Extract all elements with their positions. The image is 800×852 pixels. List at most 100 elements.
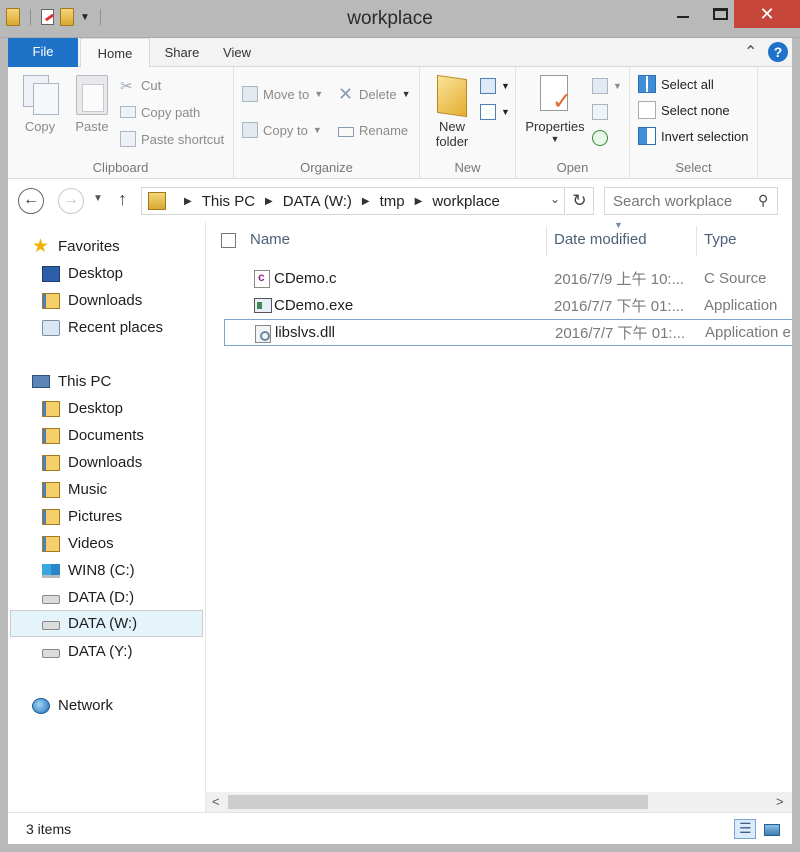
nav-this-pc[interactable]: This PC (32, 368, 111, 395)
history-button[interactable] (592, 127, 608, 149)
open-button[interactable]: ▼ (592, 75, 622, 97)
breadcrumb-separator-icon[interactable]: ▶ (362, 196, 370, 207)
refresh-button[interactable]: ↻ (566, 187, 594, 215)
nav-pc-drive-y[interactable]: DATA (Y:) (42, 638, 132, 665)
forward-button[interactable]: → (58, 188, 84, 214)
back-button[interactable]: ← (18, 188, 44, 214)
new-item-button[interactable]: ▼ (480, 75, 510, 97)
nav-favorites[interactable]: Favorites (32, 233, 120, 260)
minimize-ribbon-chevron-up-icon[interactable]: ⌃ (744, 42, 757, 62)
nav-fav-desktop[interactable]: Desktop (42, 260, 123, 287)
easy-access-button[interactable]: ▼ (480, 101, 510, 123)
breadcrumb-separator-icon[interactable]: ▶ (184, 196, 192, 207)
minimize-button[interactable] (660, 0, 706, 28)
up-arrow-icon[interactable]: ↑ (118, 189, 127, 210)
recent-locations-dropdown-icon[interactable]: ▼ (93, 193, 103, 204)
invert-selection-button[interactable]: Invert selection (638, 125, 748, 147)
horizontal-scrollbar[interactable]: < > (206, 792, 792, 812)
new-folder-label-line1: New (438, 119, 465, 134)
breadcrumb-this-pc[interactable]: This PC (202, 193, 255, 210)
file-date: 2016/7/9 上午 10:... (554, 271, 685, 288)
column-divider[interactable] (546, 226, 547, 256)
nav-item-label: Desktop (68, 265, 124, 282)
nav-favorites-label: Favorites (58, 238, 120, 255)
select-all-button[interactable]: Select all (638, 73, 714, 95)
nav-network[interactable]: Network (32, 692, 113, 719)
nav-pc-desktop[interactable]: Desktop (42, 395, 123, 422)
move-to-label: Move to (263, 86, 310, 102)
select-group-label: Select (675, 160, 712, 175)
window-frame-bottom (0, 844, 800, 852)
details-view-icon[interactable] (734, 819, 756, 839)
select-none-button[interactable]: Select none (638, 99, 730, 121)
search-icon[interactable]: ⚲ (758, 192, 768, 209)
column-header-name[interactable]: Name (250, 222, 290, 258)
tab-home[interactable]: Home (80, 38, 150, 68)
nav-pc-documents[interactable]: Documents (42, 422, 144, 449)
address-history-chevron-down-icon[interactable]: ⌄ (550, 192, 560, 206)
column-header-type[interactable]: Type (704, 222, 737, 258)
copy-to-label: Copy to (263, 122, 308, 138)
nav-pc-drive-d[interactable]: DATA (D:) (42, 584, 134, 611)
file-row-selected[interactable]: libslvs.dll 2016/7/7 下午 01:... Applicati… (224, 319, 792, 346)
invert-selection-label: Invert selection (661, 128, 749, 144)
column-header-date-modified[interactable]: Date modified (554, 222, 647, 258)
nav-item-label: Downloads (68, 292, 143, 309)
paste-button[interactable]: Paste (70, 75, 114, 134)
paste-shortcut-button[interactable]: Paste shortcut (120, 128, 224, 150)
delete-button[interactable]: ✕ Delete ▼ (338, 83, 411, 105)
edit-button[interactable] (592, 101, 608, 123)
column-divider[interactable] (696, 226, 697, 256)
copy-path-button[interactable]: Copy path (120, 101, 200, 123)
scroll-left-icon[interactable]: < (212, 794, 220, 809)
tab-view[interactable]: View (212, 38, 262, 67)
breadcrumb-separator-icon[interactable]: ▶ (415, 196, 423, 207)
breadcrumb-data-w[interactable]: DATA (W:) (283, 193, 352, 210)
computer-icon (32, 375, 50, 388)
nav-pc-downloads[interactable]: Downloads (42, 449, 142, 476)
scrollbar-thumb[interactable] (228, 795, 648, 809)
breadcrumb-separator-icon[interactable]: ▶ (265, 196, 273, 207)
paste-icon (76, 75, 108, 115)
nav-pc-pictures[interactable]: Pictures (42, 503, 122, 530)
help-icon[interactable]: ? (768, 42, 788, 62)
nav-pc-videos[interactable]: Videos (42, 530, 114, 557)
large-icons-view-icon[interactable] (760, 819, 782, 839)
new-folder-button[interactable]: New folder (424, 75, 480, 149)
nav-fav-recent-places[interactable]: Recent places (42, 314, 163, 341)
open-group-label: Open (556, 160, 589, 175)
close-button[interactable]: ✕ (734, 0, 800, 28)
file-row[interactable]: CDemo.c 2016/7/9 上午 10:... C Source (224, 265, 792, 292)
search-input[interactable] (604, 187, 778, 215)
properties-button[interactable]: Properties ▼ (522, 75, 588, 144)
file-date: 2016/7/7 下午 01:... (555, 325, 686, 342)
tab-share[interactable]: Share (152, 38, 212, 67)
copy-path-label: Copy path (141, 104, 201, 120)
nav-pc-music[interactable]: Music (42, 476, 107, 503)
breadcrumb-workplace[interactable]: workplace (432, 193, 500, 210)
address-bar[interactable]: ▶ This PC ▶ DATA (W:) ▶ tmp ▶ workplace … (141, 187, 565, 215)
refresh-icon: ↻ (572, 191, 587, 210)
window-frame-right (792, 38, 800, 852)
cut-button[interactable]: ✂ Cut (120, 74, 161, 96)
maximize-button[interactable] (706, 0, 734, 28)
nav-fav-downloads[interactable]: Downloads (42, 287, 142, 314)
scroll-right-icon[interactable]: > (776, 794, 784, 809)
nav-item-label: DATA (Y:) (68, 643, 133, 660)
new-item-dropdown-icon: ▼ (501, 81, 510, 91)
tab-file[interactable]: File (8, 38, 78, 67)
invert-selection-icon (638, 127, 656, 145)
nav-item-label: Documents (68, 427, 144, 444)
breadcrumb-tmp[interactable]: tmp (380, 193, 405, 210)
nav-pc-drive-c[interactable]: WIN8 (C:) (42, 557, 135, 584)
copy-to-button[interactable]: Copy to ▼ (242, 119, 322, 141)
file-row[interactable]: CDemo.exe 2016/7/7 下午 01:... Application (224, 292, 792, 319)
nav-pc-drive-w[interactable]: DATA (W:) (10, 610, 203, 637)
nav-item-label: DATA (W:) (68, 615, 138, 632)
move-to-button[interactable]: Move to ▼ (242, 83, 323, 105)
rename-button[interactable]: Rename (338, 119, 408, 141)
select-all-checkbox[interactable] (221, 233, 236, 248)
videos-folder-icon (42, 535, 60, 552)
copy-button[interactable]: Copy (18, 75, 62, 134)
edit-pencil-icon (592, 104, 608, 120)
